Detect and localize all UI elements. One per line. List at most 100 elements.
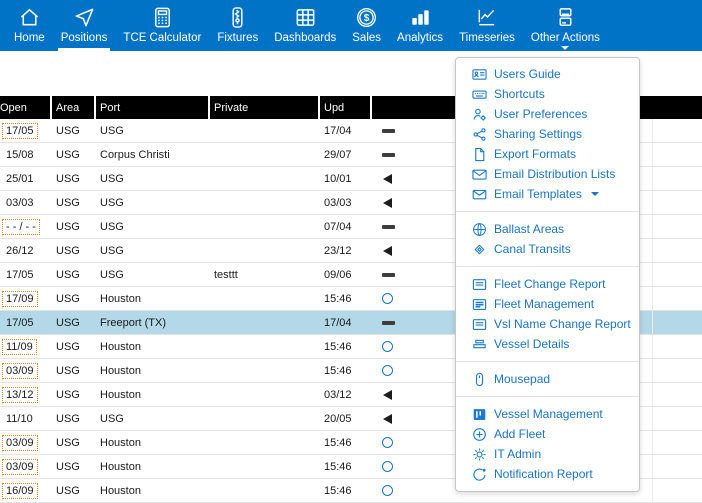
calculator-icon bbox=[151, 6, 174, 29]
cell-open: 17/09 bbox=[0, 287, 52, 310]
file-icon bbox=[472, 147, 487, 162]
cell-extra bbox=[653, 215, 702, 238]
menu-item-label: User Preferences bbox=[494, 107, 587, 121]
menu-item-email-templates[interactable]: Email Templates bbox=[456, 184, 639, 204]
cell-upd: 03/12 bbox=[320, 383, 372, 406]
menu-item-fleet-change-report[interactable]: Fleet Change Report bbox=[456, 274, 639, 294]
cell-area: USG bbox=[52, 311, 96, 334]
column-header-port[interactable]: Port bbox=[96, 96, 210, 119]
menu-item-vsl-name-change-report[interactable]: Vsl Name Change Report bbox=[456, 314, 639, 334]
cell-port: Houston bbox=[96, 287, 210, 310]
open-date-value[interactable]: 13/12 bbox=[2, 387, 38, 403]
menu-item-label: IT Admin bbox=[494, 447, 541, 461]
open-date-value[interactable]: 03/09 bbox=[2, 459, 38, 475]
triangle-status-icon bbox=[383, 390, 392, 400]
cell-private: testtt bbox=[210, 263, 320, 286]
cell-area: USG bbox=[52, 263, 96, 286]
cell-private bbox=[210, 167, 320, 190]
open-date-value[interactable]: 16/09 bbox=[2, 483, 38, 499]
menu-item-notification-report[interactable]: Notification Report bbox=[456, 464, 639, 484]
cell-open: 11/10 bbox=[0, 407, 52, 430]
menu-item-label: Sharing Settings bbox=[494, 127, 582, 141]
menu-item-email-distribution-lists[interactable]: Email Distribution Lists bbox=[456, 164, 639, 184]
column-header-extra[interactable] bbox=[653, 96, 702, 119]
cell-port: USG bbox=[96, 215, 210, 238]
menu-item-shortcuts[interactable]: Shortcuts bbox=[456, 84, 639, 104]
list-icon bbox=[472, 277, 487, 292]
nav-item-dashboards[interactable]: Dashboards bbox=[266, 0, 344, 51]
cell-extra bbox=[653, 167, 702, 190]
cell-extra bbox=[653, 191, 702, 214]
analytics-icon bbox=[409, 6, 432, 29]
open-date-value[interactable]: 11/09 bbox=[2, 339, 37, 355]
cell-area: USG bbox=[52, 359, 96, 382]
nav-item-positions[interactable]: Positions bbox=[53, 0, 116, 51]
nav-item-timeseries[interactable]: Timeseries bbox=[451, 0, 523, 51]
cell-extra bbox=[653, 407, 702, 430]
cell-extra bbox=[653, 119, 702, 142]
cell-area: USG bbox=[52, 431, 96, 454]
column-header-area[interactable]: Area bbox=[52, 96, 96, 119]
menu-item-users-guide[interactable]: Users Guide bbox=[456, 64, 639, 84]
menu-item-user-preferences[interactable]: User Preferences bbox=[456, 104, 639, 124]
board-icon bbox=[472, 407, 487, 422]
menu-item-export-formats[interactable]: Export Formats bbox=[456, 144, 639, 164]
cell-upd: 20/05 bbox=[320, 407, 372, 430]
menu-item-it-admin[interactable]: IT Admin bbox=[456, 444, 639, 464]
keyboard-icon bbox=[472, 87, 487, 102]
menu-item-canal-transits[interactable]: Canal Transits bbox=[456, 239, 639, 259]
nav-item-label: Sales bbox=[352, 32, 381, 45]
cell-extra bbox=[653, 359, 702, 382]
nav-item-tce-calculator[interactable]: TCE Calculator bbox=[115, 0, 209, 51]
menu-item-add-fleet[interactable]: Add Fleet bbox=[456, 424, 639, 444]
menu-item-ballast-areas[interactable]: Ballast Areas bbox=[456, 219, 639, 239]
nav-item-analytics[interactable]: Analytics bbox=[389, 0, 451, 51]
circle-plus-icon bbox=[472, 427, 487, 442]
nav-item-label: Positions bbox=[61, 32, 108, 45]
cell-area: USG bbox=[52, 167, 96, 190]
column-header-open[interactable]: Open bbox=[0, 96, 52, 119]
cell-private bbox=[210, 455, 320, 478]
column-header-private[interactable]: Private bbox=[210, 96, 320, 119]
open-date-value[interactable]: 03/09 bbox=[2, 435, 38, 451]
menu-item-fleet-management[interactable]: Fleet Management bbox=[456, 294, 639, 314]
open-date-value: 15/08 bbox=[2, 147, 38, 163]
sales-icon bbox=[355, 5, 378, 30]
cell-upd: 29/07 bbox=[320, 143, 372, 166]
timeseries-icon bbox=[475, 6, 498, 29]
nav-item-sales[interactable]: Sales bbox=[344, 0, 389, 51]
cell-private bbox=[210, 335, 320, 358]
menu-item-sharing-settings[interactable]: Sharing Settings bbox=[456, 124, 639, 144]
menu-item-label: Canal Transits bbox=[494, 242, 571, 256]
cell-private bbox=[210, 479, 320, 502]
nav-item-other-actions[interactable]: Other Actions bbox=[523, 0, 608, 51]
circle-status-icon bbox=[382, 437, 393, 448]
column-header-upd[interactable]: Upd bbox=[320, 96, 372, 119]
cell-port: USG bbox=[96, 191, 210, 214]
cell-extra bbox=[653, 431, 702, 454]
open-date-value[interactable]: - - / - - bbox=[2, 219, 40, 235]
cell-port: USG bbox=[96, 407, 210, 430]
timeseries-icon bbox=[475, 5, 498, 30]
cell-area: USG bbox=[52, 335, 96, 358]
other-actions-dropdown: Users GuideShortcuts User Preferences Shar… bbox=[455, 57, 640, 492]
menu-item-vessel-management[interactable]: Vessel Management bbox=[456, 404, 639, 424]
open-date-value[interactable]: 17/05 bbox=[2, 123, 38, 139]
cell-port: Houston bbox=[96, 359, 210, 382]
nav-item-fixtures[interactable]: Fixtures bbox=[209, 0, 266, 51]
cell-port: Houston bbox=[96, 479, 210, 502]
cell-port: Corpus Christi bbox=[96, 143, 210, 166]
cell-upd: 09/06 bbox=[320, 263, 372, 286]
menu-item-label: Ballast Areas bbox=[494, 222, 564, 236]
cell-port: Houston bbox=[96, 383, 210, 406]
positions-app: Home Positions TCE CalculatorFixturesDashb… bbox=[0, 0, 702, 503]
open-date-value[interactable]: 03/09 bbox=[2, 363, 38, 379]
cell-upd: 07/04 bbox=[320, 215, 372, 238]
cell-private bbox=[210, 143, 320, 166]
triangle-status-icon bbox=[383, 246, 392, 256]
menu-item-vessel-details[interactable]: Vessel Details bbox=[456, 334, 639, 354]
menu-item-mousepad[interactable]: Mousepad bbox=[456, 369, 639, 389]
menu-item-label: Email Templates bbox=[494, 187, 582, 201]
open-date-value[interactable]: 17/09 bbox=[2, 291, 38, 307]
nav-item-home[interactable]: Home bbox=[6, 0, 53, 51]
